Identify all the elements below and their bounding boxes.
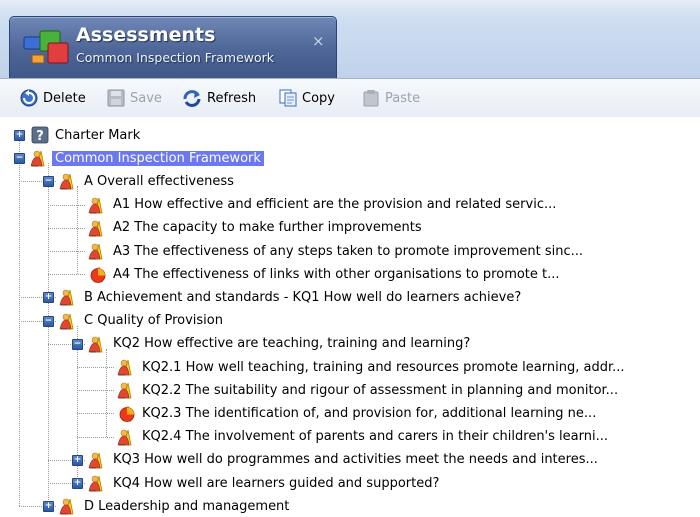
- tree-node[interactable]: C Quality of Provision: [59, 310, 223, 332]
- tree-node-label: A Overall effectiveness: [84, 173, 234, 189]
- question-icon: [30, 125, 50, 145]
- tree-node[interactable]: A1 How effective and efficient are the p…: [88, 194, 556, 216]
- tree-node-label: Charter Mark: [55, 127, 141, 143]
- save-button[interactable]: Save: [107, 87, 162, 109]
- refresh-button[interactable]: Refresh: [182, 87, 256, 109]
- expand-icon[interactable]: +: [43, 292, 54, 304]
- tree-node[interactable]: KQ2 How effective are teaching, training…: [88, 333, 470, 355]
- tree-node[interactable]: D Leadership and management: [59, 495, 289, 517]
- paste-icon: [363, 90, 379, 107]
- tree-node-label: B Achievement and standards - KQ1 How we…: [84, 289, 522, 305]
- refresh-label: Refresh: [207, 90, 257, 106]
- assessment-icon: [88, 450, 108, 470]
- tree-node[interactable]: Charter Mark: [30, 124, 140, 146]
- tree-connector-line: [77, 186, 78, 275]
- tree-node[interactable]: KQ2.2 The suitability and rigour of asse…: [117, 379, 618, 401]
- paste-label: Paste: [385, 90, 421, 106]
- tree-node[interactable]: KQ2.1 How well teaching, training and re…: [117, 356, 625, 378]
- tree-node-label: A2 The capacity to make further improvem…: [113, 220, 422, 236]
- collapse-icon[interactable]: −: [43, 176, 54, 188]
- copy-icon: [279, 89, 297, 107]
- tree-connector-line: [106, 348, 107, 437]
- tab-title: Assessments: [76, 24, 216, 46]
- expand-icon[interactable]: +: [72, 478, 83, 489]
- tree-connector-line: [77, 390, 114, 392]
- tree-connector-line: [48, 163, 49, 507]
- tree-node-label: KQ2.3 The identification of, and provisi…: [142, 405, 597, 421]
- assessments-app-icon: [23, 30, 69, 64]
- tree-node-label: KQ2.4 The involvement of parents and car…: [142, 429, 608, 445]
- window-titlebar: Assessments Common Inspection Framework …: [0, 0, 700, 79]
- assessment-icon: [88, 241, 108, 261]
- delete-label: Delete: [43, 90, 86, 106]
- expand-icon[interactable]: +: [14, 130, 25, 141]
- tree-node-label: KQ3 How well do programmes and activitie…: [113, 452, 598, 468]
- collapse-icon[interactable]: −: [43, 315, 54, 327]
- tree-node[interactable]: KQ4 How well are learners guided and sup…: [88, 472, 439, 494]
- save-label: Save: [130, 90, 162, 106]
- assessment-icon: [88, 218, 108, 238]
- assessment-icon: [30, 148, 50, 168]
- tree-node[interactable]: A2 The capacity to make further improvem…: [88, 217, 422, 239]
- alert-assessment-icon: [117, 403, 137, 423]
- tree-node-label: A1 How effective and efficient are the p…: [113, 197, 557, 213]
- tree-node-label: Common Inspection Framework: [52, 150, 264, 166]
- tree-connector-line: [19, 140, 20, 507]
- tab-assessments[interactable]: Assessments Common Inspection Framework …: [9, 16, 337, 79]
- collapse-icon[interactable]: −: [72, 338, 83, 350]
- tree-connector-line: [77, 367, 114, 368]
- copy-label: Copy: [302, 90, 335, 106]
- tree-connector-line: [48, 204, 85, 206]
- tree-node[interactable]: KQ2.4 The involvement of parents and car…: [117, 426, 608, 448]
- tree-node-label: D Leadership and management: [84, 498, 290, 514]
- assessment-icon: [117, 427, 137, 447]
- save-icon: [107, 89, 125, 107]
- tree-node[interactable]: KQ3 How well do programmes and activitie…: [88, 449, 598, 471]
- tree-node-label: C Quality of Provision: [84, 313, 223, 329]
- tab-subtitle: Common Inspection Framework: [76, 50, 275, 65]
- copy-button[interactable]: Copy: [279, 87, 335, 109]
- tree-node[interactable]: A3 The effectiveness of any steps taken …: [88, 240, 583, 262]
- tree-node[interactable]: KQ2.3 The identification of, and provisi…: [117, 402, 596, 424]
- tree-node-label: KQ2.1 How well teaching, training and re…: [142, 359, 625, 375]
- delete-icon: [20, 89, 38, 107]
- assessment-icon: [117, 357, 137, 377]
- assessment-tree: + Charter Mark − Common Inspection Framewor…: [0, 117, 700, 517]
- tree-connector-line: [77, 436, 114, 438]
- tree-node-label: KQ4 How well are learners guided and sup…: [113, 475, 440, 491]
- refresh-icon: [183, 90, 201, 107]
- assessment-icon: [59, 171, 79, 191]
- collapse-icon[interactable]: −: [14, 153, 25, 165]
- toolbar: Delete Save Refresh Copy Paste: [0, 78, 700, 118]
- alert-assessment-icon: [88, 264, 108, 284]
- expand-icon[interactable]: +: [43, 501, 54, 513]
- tree-node[interactable]: A4 The effectiveness of links with other…: [88, 263, 560, 285]
- delete-button[interactable]: Delete: [20, 87, 86, 109]
- tree-node-label: A3 The effectiveness of any steps taken …: [113, 243, 584, 259]
- assessment-icon: [88, 334, 108, 354]
- tree-connector-line: [48, 274, 85, 276]
- tree-node[interactable]: B Achievement and standards - KQ1 How we…: [59, 286, 521, 308]
- tree-node[interactable]: A Overall effectiveness: [59, 170, 234, 192]
- tree-connector-line: [48, 251, 85, 252]
- tree-node[interactable]: Common Inspection Framework: [30, 147, 264, 169]
- tree-node-label: KQ2.2 The suitability and rigour of asse…: [142, 382, 619, 398]
- assessment-icon: [59, 311, 79, 331]
- assessment-icon: [117, 380, 137, 400]
- tree-connector-line: [77, 413, 114, 415]
- assessment-icon: [88, 473, 108, 493]
- tree-connector-line: [48, 227, 85, 229]
- assessment-icon: [59, 496, 79, 516]
- close-tab-icon[interactable]: ×: [312, 32, 325, 50]
- expand-icon[interactable]: +: [72, 454, 83, 466]
- tree-node-label: A4 The effectiveness of links with other…: [113, 266, 560, 282]
- assessment-icon: [88, 195, 108, 215]
- paste-button[interactable]: Paste: [362, 87, 420, 109]
- assessment-icon: [59, 287, 79, 307]
- tree-node-label: KQ2 How effective are teaching, training…: [113, 336, 471, 352]
